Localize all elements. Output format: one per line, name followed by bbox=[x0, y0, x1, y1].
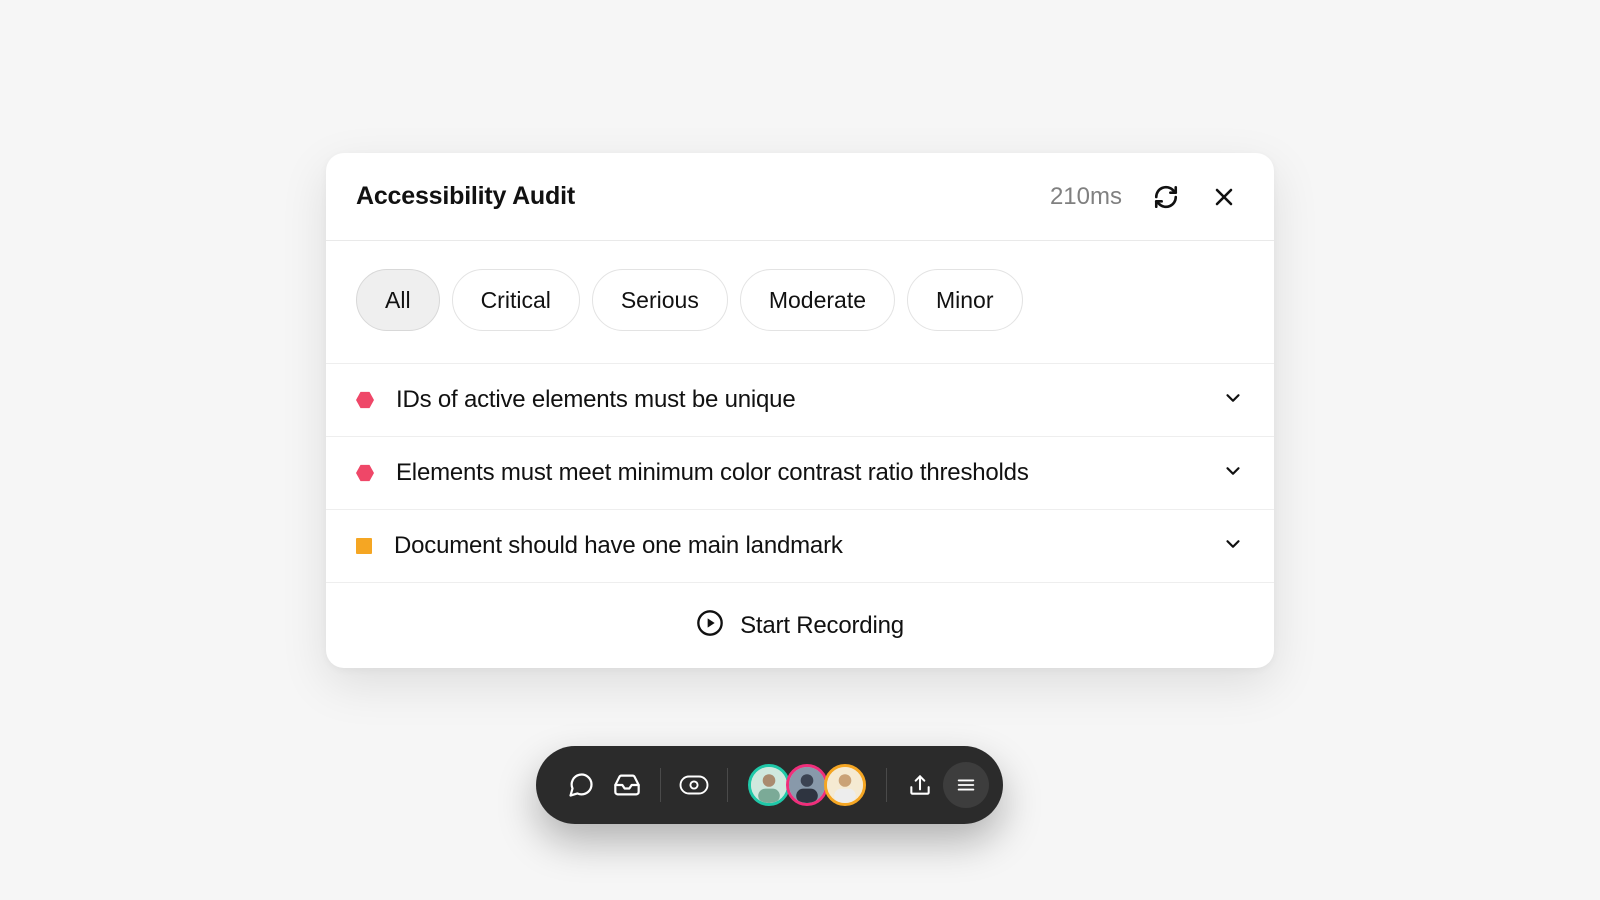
issue-label: Document should have one main landmark bbox=[394, 532, 1222, 560]
visibility-toggle-button[interactable] bbox=[671, 762, 717, 808]
close-button[interactable] bbox=[1204, 177, 1244, 217]
filter-chip-all[interactable]: All bbox=[356, 269, 440, 331]
severity-critical-icon bbox=[356, 391, 374, 409]
toolbar-separator bbox=[886, 768, 887, 802]
issue-row[interactable]: IDs of active elements must be unique bbox=[326, 363, 1274, 436]
avatar[interactable] bbox=[786, 764, 828, 806]
play-circle-icon bbox=[696, 609, 724, 642]
share-button[interactable] bbox=[897, 762, 943, 808]
severity-filters: All Critical Serious Moderate Minor bbox=[326, 241, 1274, 363]
refresh-icon bbox=[1153, 184, 1179, 210]
floating-toolbar bbox=[536, 746, 1003, 824]
chat-bubble-icon bbox=[567, 771, 595, 799]
panel-title: Accessibility Audit bbox=[356, 182, 575, 211]
comments-button[interactable] bbox=[558, 762, 604, 808]
filter-chip-serious[interactable]: Serious bbox=[592, 269, 728, 331]
start-recording-button[interactable]: Start Recording bbox=[326, 582, 1274, 668]
accessibility-audit-panel: Accessibility Audit 210ms All Critical S… bbox=[326, 153, 1274, 668]
issue-row[interactable]: Elements must meet minimum color contras… bbox=[326, 436, 1274, 509]
filter-chip-critical[interactable]: Critical bbox=[452, 269, 580, 331]
toolbar-separator bbox=[727, 768, 728, 802]
avatar[interactable] bbox=[748, 764, 790, 806]
issue-label: Elements must meet minimum color contras… bbox=[396, 459, 1222, 487]
panel-header: Accessibility Audit 210ms bbox=[326, 153, 1274, 241]
inbox-icon bbox=[613, 771, 641, 799]
chevron-down-icon bbox=[1222, 387, 1244, 414]
issue-row[interactable]: Document should have one main landmark bbox=[326, 509, 1274, 582]
share-icon bbox=[907, 772, 933, 798]
start-recording-label: Start Recording bbox=[740, 612, 904, 640]
filter-chip-moderate[interactable]: Moderate bbox=[740, 269, 895, 331]
menu-icon bbox=[955, 774, 977, 796]
chevron-down-icon bbox=[1222, 533, 1244, 560]
chevron-down-icon bbox=[1222, 460, 1244, 487]
audit-duration: 210ms bbox=[1050, 183, 1122, 211]
toolbar-separator bbox=[660, 768, 661, 802]
close-icon bbox=[1212, 185, 1236, 209]
filter-chip-minor[interactable]: Minor bbox=[907, 269, 1023, 331]
issue-list: IDs of active elements must be unique El… bbox=[326, 363, 1274, 582]
inbox-button[interactable] bbox=[604, 762, 650, 808]
collaborator-avatars bbox=[748, 764, 866, 806]
refresh-button[interactable] bbox=[1146, 177, 1186, 217]
eye-icon bbox=[679, 775, 709, 795]
avatar[interactable] bbox=[824, 764, 866, 806]
severity-moderate-icon bbox=[356, 538, 372, 554]
more-menu-button[interactable] bbox=[943, 762, 989, 808]
issue-label: IDs of active elements must be unique bbox=[396, 386, 1222, 414]
severity-critical-icon bbox=[356, 464, 374, 482]
